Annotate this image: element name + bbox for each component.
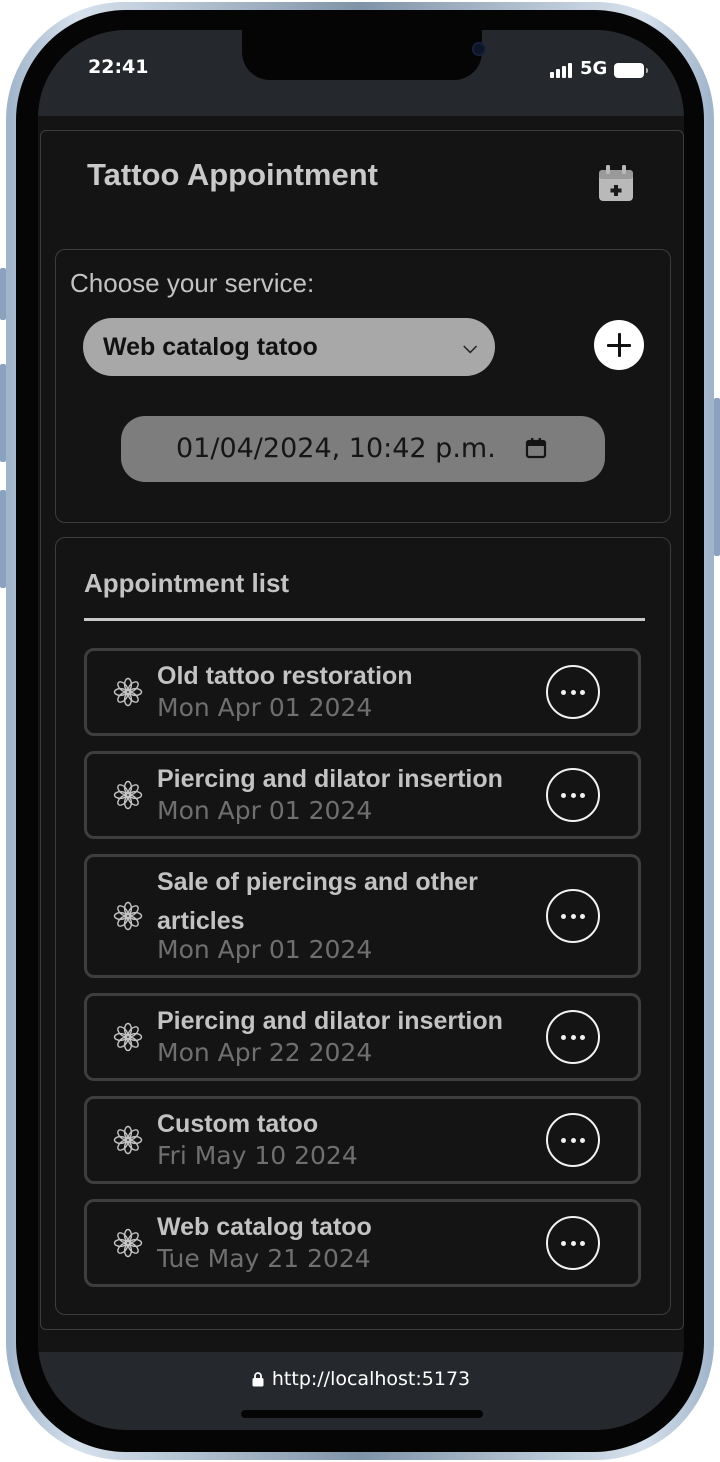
more-options-button[interactable]: [546, 889, 600, 943]
appointment-date: Tue May 21 2024: [157, 1244, 371, 1273]
flower-icon: [113, 677, 143, 707]
service-select-value: Web catalog tatoo: [103, 333, 318, 361]
dot: [580, 1241, 585, 1246]
power-button: [714, 398, 720, 556]
notch: [242, 30, 486, 80]
appointment-name: Sale of piercings and other articles: [157, 868, 478, 935]
more-options-button[interactable]: [546, 665, 600, 719]
status-bar: 22:41 5G: [38, 30, 684, 116]
more-options-button[interactable]: [546, 1216, 600, 1270]
appointment-item[interactable]: Web catalog tatoo Tue May 21 2024: [84, 1199, 641, 1287]
appointment-name: Custom tatoo: [157, 1110, 319, 1138]
appointment-item[interactable]: Piercing and dilator insertion Mon Apr 22…: [84, 993, 641, 1081]
home-indicator: [241, 1410, 483, 1418]
dot: [561, 793, 566, 798]
dot: [570, 1035, 576, 1040]
network-type: 5G: [580, 58, 608, 79]
appointment-name: Piercing and dilator insertion: [157, 1007, 503, 1035]
dot: [580, 1035, 585, 1040]
flower-icon: [113, 1125, 143, 1155]
appointment-name: Old tattoo restoration: [157, 662, 413, 690]
dot: [580, 690, 585, 695]
page-title: Tattoo Appointment: [87, 157, 378, 192]
flower-icon: [113, 901, 143, 931]
appointment-date: Fri May 10 2024: [157, 1141, 358, 1170]
dot: [561, 1035, 566, 1040]
calendar-icon[interactable]: [525, 437, 547, 459]
dot: [561, 690, 566, 695]
appointment-item[interactable]: Piercing and dilator insertion Mon Apr 01…: [84, 751, 641, 839]
phone-screen: 22:41 5G Tattoo Appointment Choose your …: [38, 30, 684, 1430]
calendar-plus-icon[interactable]: [597, 163, 635, 203]
address-bar[interactable]: http://localhost:5173: [38, 1368, 684, 1392]
front-camera: [472, 42, 486, 56]
chevron-down-icon: ⌵: [463, 337, 477, 357]
dot: [561, 1241, 566, 1246]
battery-icon: [614, 63, 648, 78]
dot: [570, 914, 576, 919]
url-text: http://localhost:5173: [271, 1368, 471, 1390]
dot: [580, 1138, 585, 1143]
status-time: 22:41: [88, 56, 149, 78]
service-panel: Choose your service: Web catalog tatoo ⌵…: [55, 249, 671, 523]
more-options-button[interactable]: [546, 768, 600, 822]
appointment-date: Mon Apr 01 2024: [157, 935, 373, 964]
appointment-item[interactable]: Old tattoo restoration Mon Apr 01 2024: [84, 648, 641, 736]
list-title: Appointment list: [84, 568, 290, 598]
service-select[interactable]: Web catalog tatoo ⌵: [83, 318, 495, 376]
more-options-button[interactable]: [546, 1010, 600, 1064]
dot: [561, 914, 566, 919]
service-label: Choose your service:: [70, 268, 315, 298]
datetime-input[interactable]: 01/04/2024, 10:42 p.m.: [121, 416, 605, 482]
appointment-name: Web catalog tatoo: [157, 1213, 372, 1241]
dot: [561, 1138, 566, 1143]
dot: [570, 1241, 576, 1246]
dot: [580, 914, 585, 919]
add-appointment-button[interactable]: [594, 320, 644, 370]
dot: [570, 690, 576, 695]
lock-icon: [252, 1370, 264, 1392]
appointment-list-panel: Appointment list Old tattoo restoration M…: [55, 537, 671, 1315]
browser-bar: http://localhost:5173: [38, 1352, 684, 1430]
appointment-date: Mon Apr 22 2024: [157, 1038, 373, 1067]
appointment-date: Mon Apr 01 2024: [157, 693, 373, 722]
appointment-name: Piercing and dilator insertion: [157, 765, 503, 793]
flower-icon: [113, 1022, 143, 1052]
main-card: Tattoo Appointment Choose your service: …: [40, 130, 684, 1330]
more-options-button[interactable]: [546, 1113, 600, 1167]
datetime-value: 01/04/2024, 10:42 p.m.: [176, 433, 496, 464]
dot: [570, 1138, 576, 1143]
app-content: Tattoo Appointment Choose your service: …: [38, 116, 684, 1352]
flower-icon: [113, 780, 143, 810]
divider: [84, 618, 645, 621]
appointment-item[interactable]: Sale of piercings and other articles Mon …: [84, 854, 641, 978]
appointment-date: Mon Apr 01 2024: [157, 796, 373, 825]
flower-icon: [113, 1228, 143, 1258]
appointment-item[interactable]: Custom tatoo Fri May 10 2024: [84, 1096, 641, 1184]
signal-icon: [550, 62, 574, 78]
dot: [580, 793, 585, 798]
dot: [570, 793, 576, 798]
